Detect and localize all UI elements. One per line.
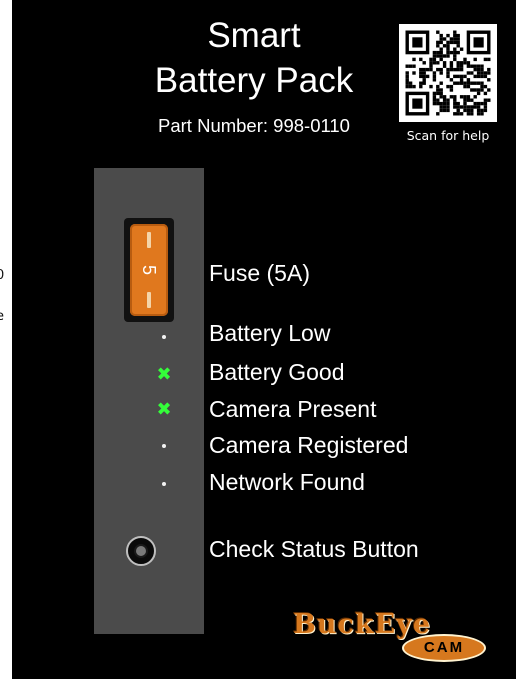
qr-caption: Scan for help [406,128,490,143]
led-label-camera-present: Camera Present [209,396,377,422]
qr-code-icon [405,30,491,116]
led-label-camera-registered: Camera Registered [209,432,409,458]
battery-pack-panel: Smart Battery Pack Part Number: 998-0110… [12,0,516,679]
offscreen-text-2: e [0,309,4,324]
led-camera-registered-off-icon [162,444,166,448]
led-label-network-found: Network Found [209,469,365,495]
fuse-blade-bottom [147,292,151,308]
check-status-button-icon [136,546,146,556]
title-line-two: Battery Pack [154,61,354,100]
buckeye-logo-cam: CAM [423,639,465,656]
buckeye-logo-cam-badge: CAM [402,634,486,662]
led-battery-low-off-icon [162,335,166,339]
led-label-battery-good: Battery Good [209,359,345,385]
fuse-icon: 5 [130,224,168,316]
check-status-button[interactable] [126,536,156,566]
fuse-rating-number: 5 [139,264,159,275]
fuse-blade-top [147,232,151,248]
offscreen-text-1: 0 [0,268,5,283]
led-battery-good-on-icon: ✖ [156,364,172,385]
part-number: Part Number: 998-0110 [158,115,350,136]
fuse-slot[interactable]: 5 [124,218,174,322]
check-status-label: Check Status Button [209,536,419,562]
led-label-battery-low: Battery Low [209,320,331,346]
fuse-label: Fuse (5A) [209,260,310,286]
led-camera-present-on-icon: ✖ [156,399,172,420]
led-network-found-off-icon [162,482,166,486]
title-line-one: Smart [207,16,301,55]
qr-code[interactable] [399,24,497,122]
